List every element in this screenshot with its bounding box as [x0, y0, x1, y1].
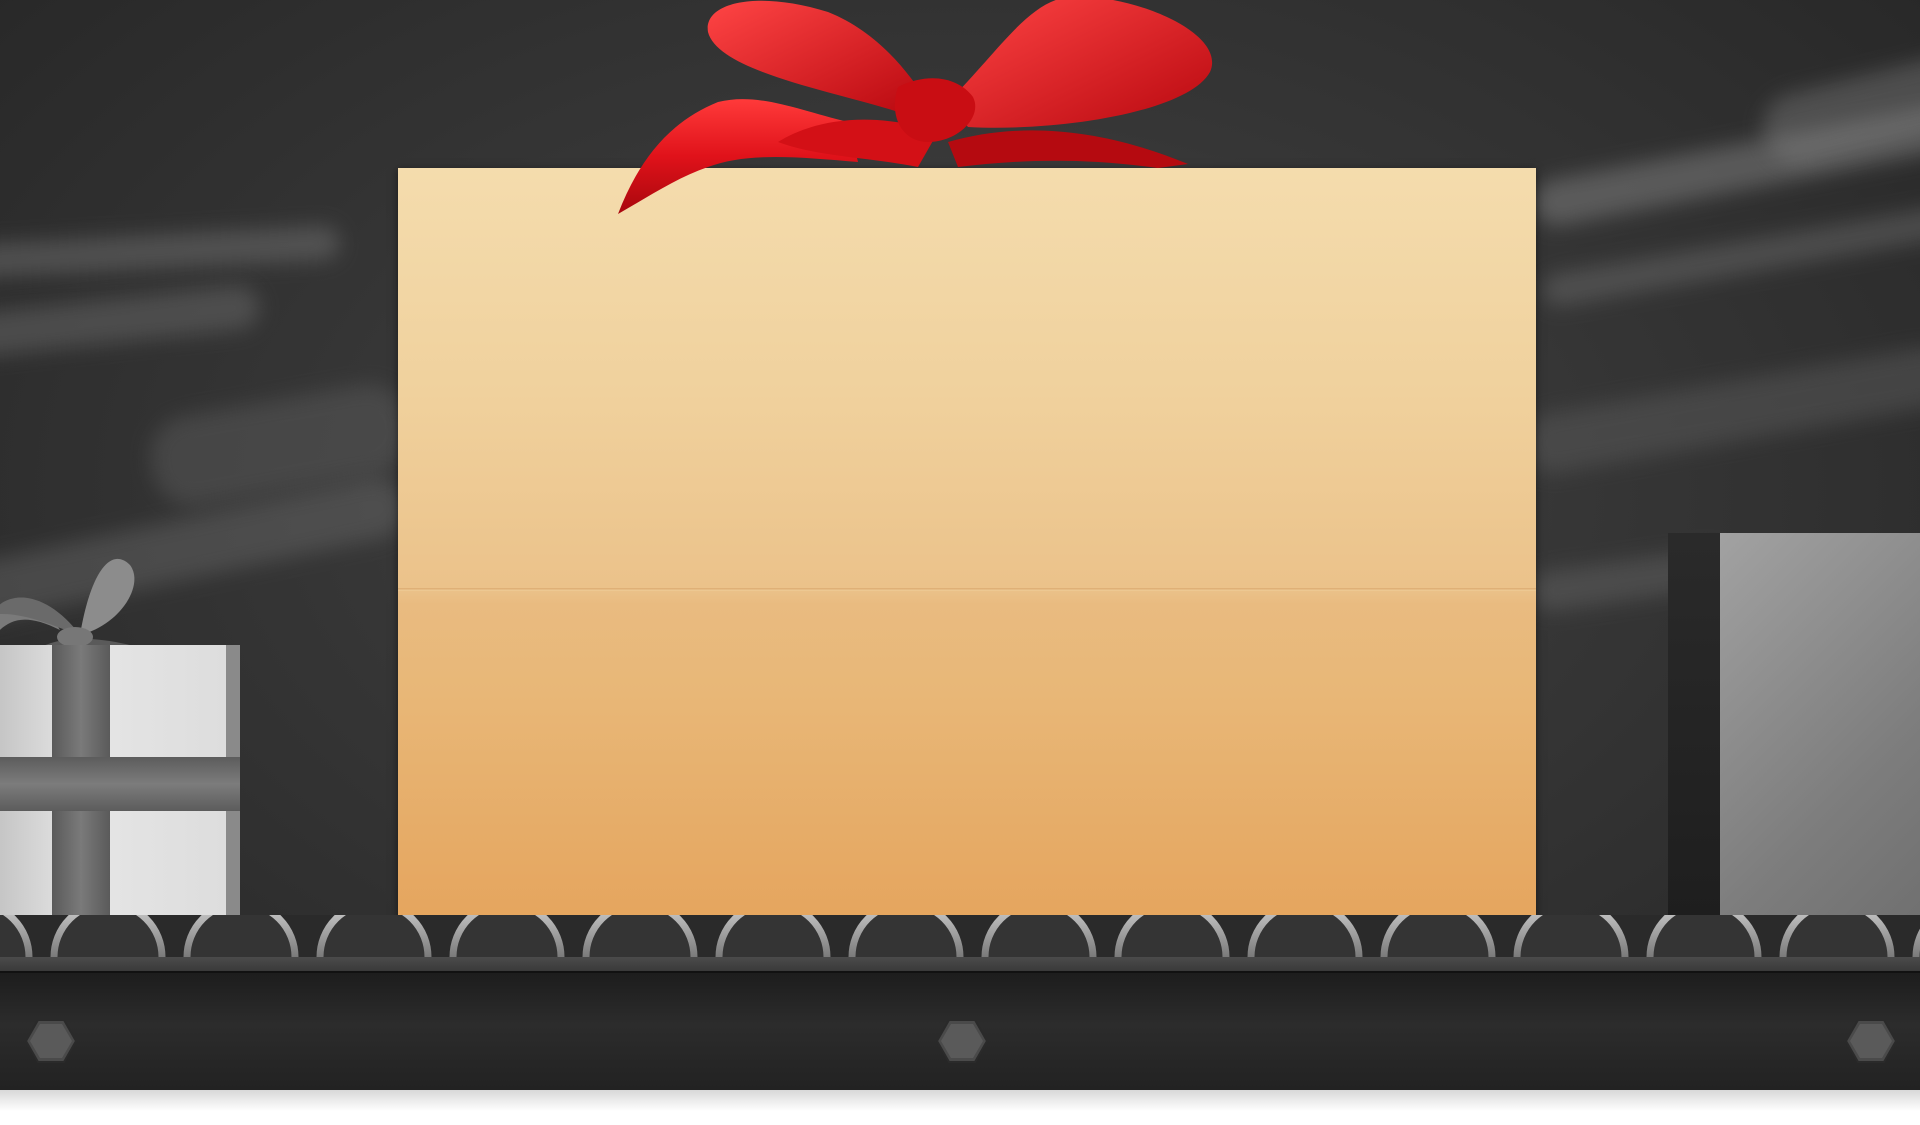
- hex-bolt-icon: [937, 1019, 987, 1063]
- conveyor-roller: [715, 915, 831, 957]
- background-streak: [1540, 203, 1920, 309]
- gift-bow-icon: [0, 558, 160, 653]
- background-streak: [0, 283, 262, 361]
- conveyor-roller: [50, 915, 166, 957]
- right-gift-box: [1668, 533, 1920, 923]
- conveyor-roller: [1114, 915, 1230, 957]
- box-side: [1668, 533, 1720, 923]
- conveyor-rail: [0, 957, 1920, 971]
- card-fold-line: [398, 588, 1536, 591]
- conveyor-belt: [0, 915, 1920, 1090]
- conveyor-roller: [1380, 915, 1496, 957]
- red-bow-icon: [618, 0, 1213, 214]
- hex-bolt-icon: [1846, 1019, 1896, 1063]
- conveyor-roller: [1513, 915, 1629, 957]
- conveyor-roller: [1247, 915, 1363, 957]
- conveyor-rollers: [0, 915, 1920, 957]
- gift-card-panel: [398, 168, 1536, 920]
- box-front: [1720, 533, 1920, 923]
- conveyor-roller: [1779, 915, 1895, 957]
- bottom-edge: [0, 1090, 1920, 1125]
- conveyor-roller: [183, 915, 299, 957]
- conveyor-roller: [848, 915, 964, 957]
- conveyor-roller: [981, 915, 1097, 957]
- left-gift-box: [0, 558, 252, 920]
- conveyor-roller: [582, 915, 698, 957]
- background-streak: [0, 225, 341, 279]
- conveyor-roller: [449, 915, 565, 957]
- conveyor-roller: [1646, 915, 1762, 957]
- background-streak: [1518, 342, 1920, 478]
- hex-bolt-icon: [26, 1019, 76, 1063]
- gift-ribbon-horizontal: [0, 757, 240, 811]
- conveyor-roller: [316, 915, 432, 957]
